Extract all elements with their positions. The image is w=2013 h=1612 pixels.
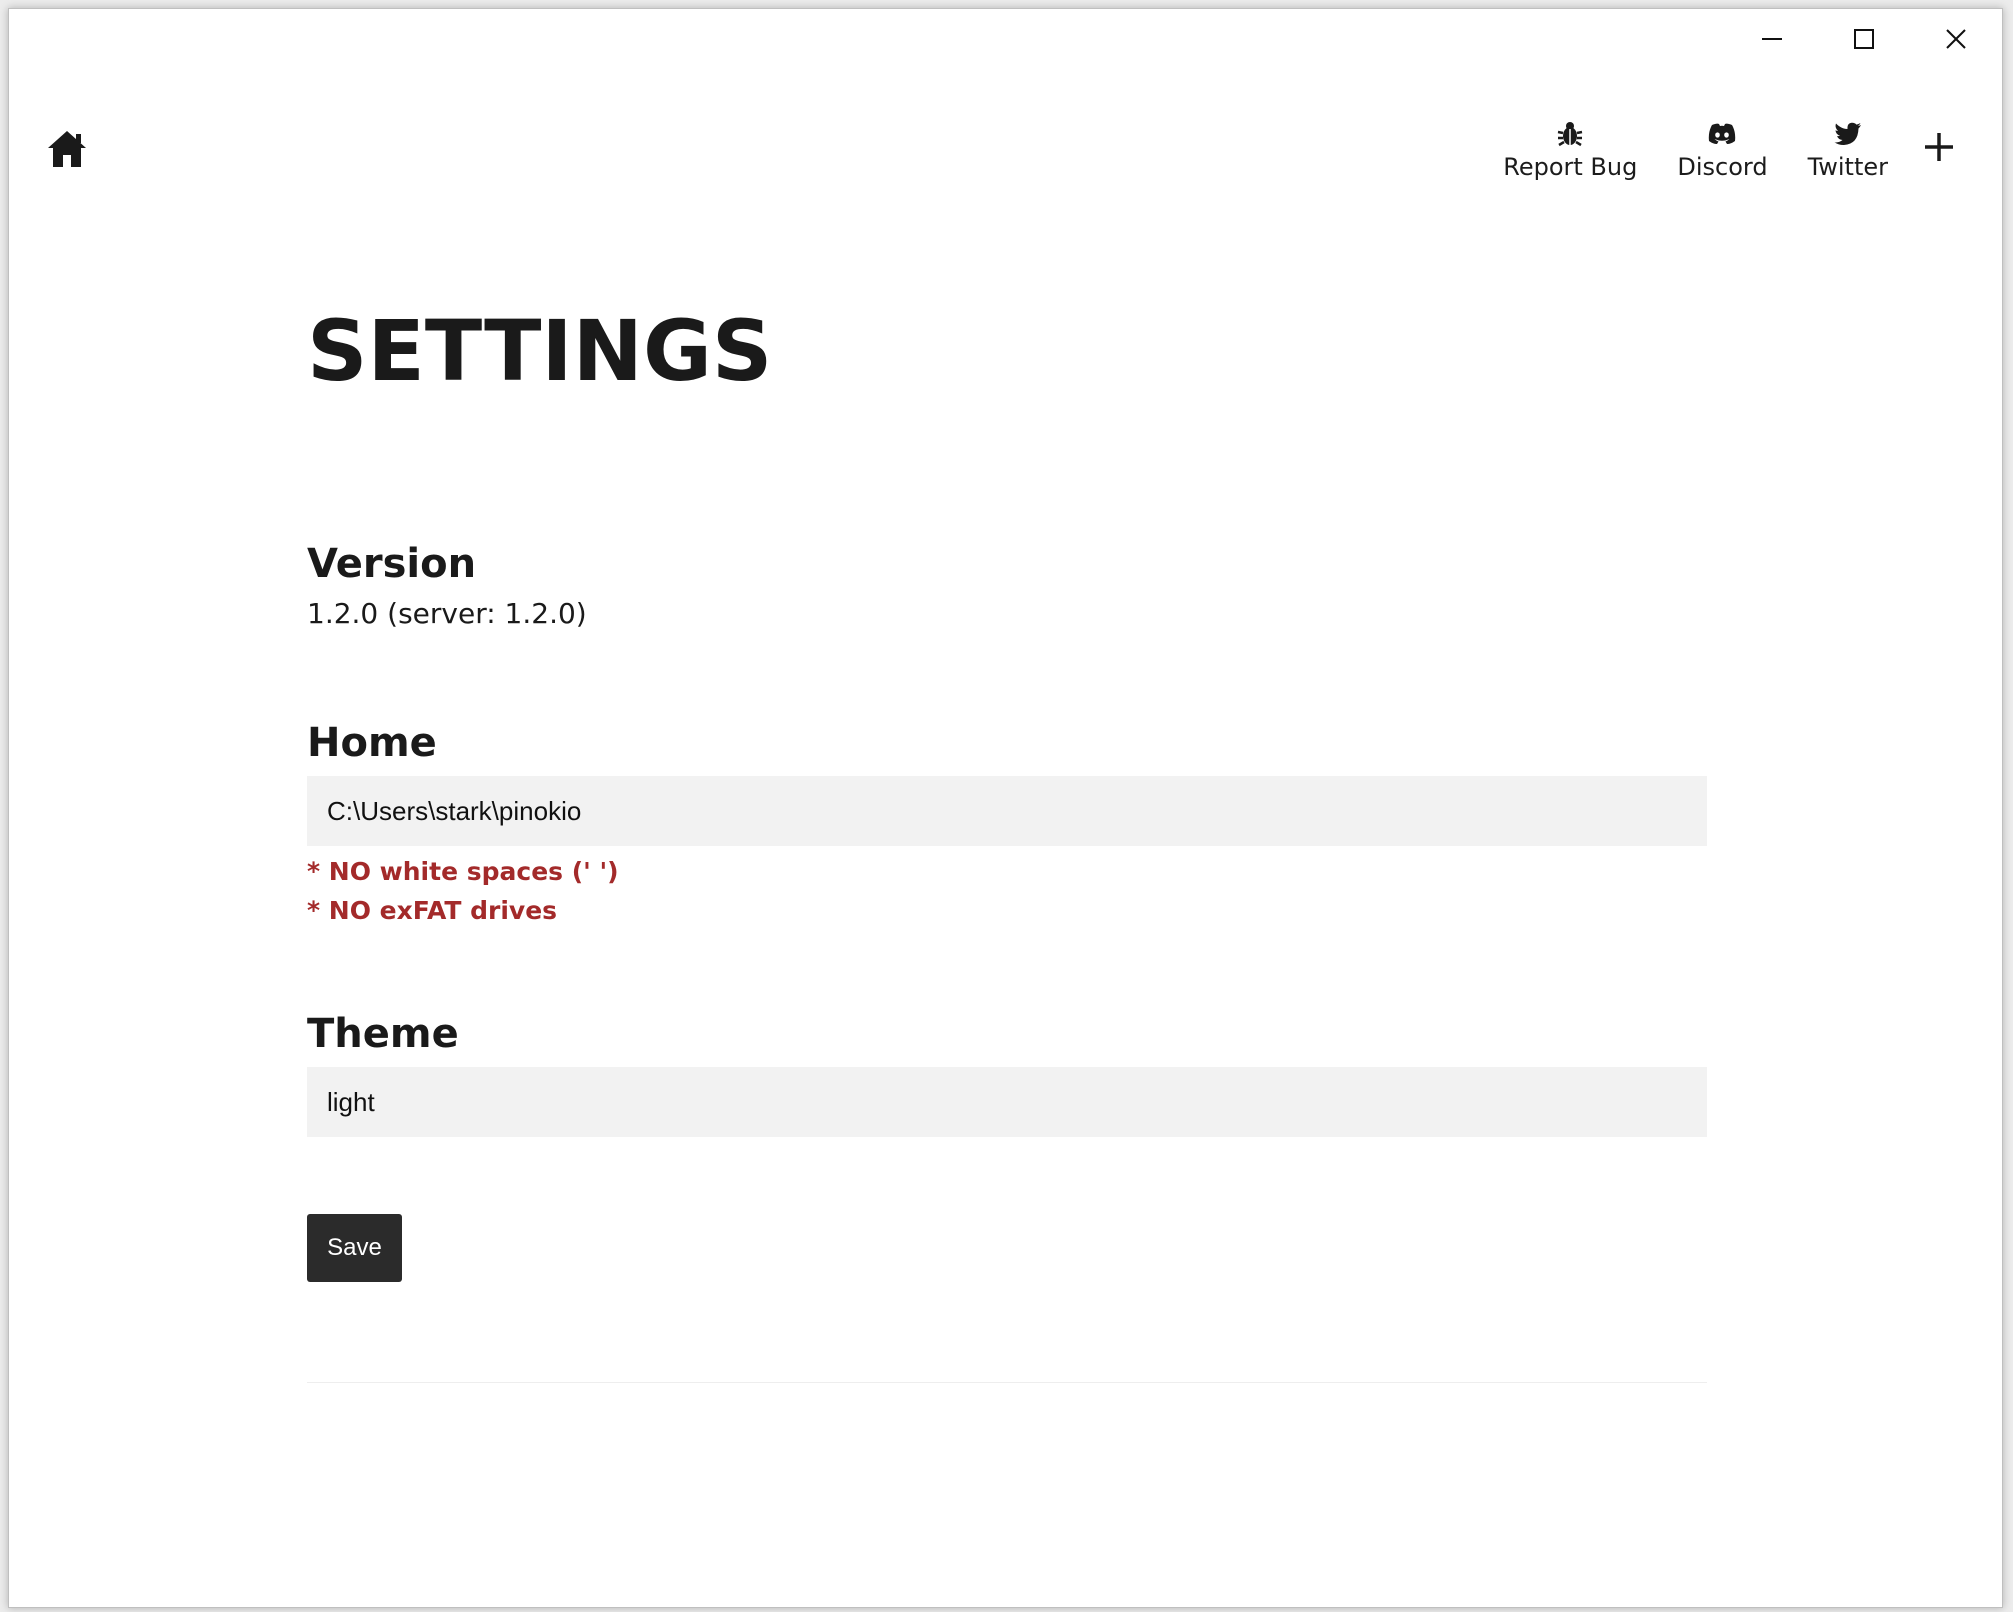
plus-icon xyxy=(1925,133,1953,161)
save-button[interactable]: Save xyxy=(307,1214,402,1282)
bug-icon xyxy=(1558,122,1583,147)
home-path-input[interactable] xyxy=(307,776,1707,846)
twitter-icon xyxy=(1834,122,1861,146)
discord-icon xyxy=(1709,123,1736,144)
divider xyxy=(307,1382,1707,1383)
theme-heading: Theme xyxy=(307,1011,459,1057)
home-button[interactable] xyxy=(45,127,89,171)
twitter-link[interactable]: Twitter xyxy=(1788,117,1908,181)
home-icon xyxy=(48,131,86,167)
new-tab-button[interactable] xyxy=(1916,117,1962,177)
twitter-label: Twitter xyxy=(1807,153,1888,181)
minimize-icon xyxy=(1762,38,1782,40)
warning-no-whitespace: * NO white spaces (' ') xyxy=(307,857,619,886)
maximize-button[interactable] xyxy=(1818,9,1910,69)
minimize-button[interactable] xyxy=(1726,9,1818,69)
home-heading: Home xyxy=(307,720,437,766)
app-window: Report Bug Discord Twitter SETTINGS Vers… xyxy=(8,8,2003,1608)
window-controls xyxy=(1726,9,2002,69)
page-title: SETTINGS xyxy=(307,302,773,400)
theme-input[interactable] xyxy=(307,1067,1707,1137)
report-bug-label: Report Bug xyxy=(1503,153,1638,181)
close-button[interactable] xyxy=(1910,9,2002,69)
warning-no-exfat: * NO exFAT drives xyxy=(307,896,558,925)
report-bug-link[interactable]: Report Bug xyxy=(1483,117,1657,181)
discord-label: Discord xyxy=(1677,153,1768,181)
version-heading: Version xyxy=(307,541,477,587)
nav-links: Report Bug Discord Twitter xyxy=(1483,117,1962,181)
maximize-icon xyxy=(1854,29,1874,49)
settings-content: SETTINGS Version 1.2.0 (server: 1.2.0) H… xyxy=(307,302,1707,1383)
discord-link[interactable]: Discord xyxy=(1657,117,1787,181)
version-value: 1.2.0 (server: 1.2.0) xyxy=(307,597,587,630)
top-navbar: Report Bug Discord Twitter xyxy=(9,99,2002,199)
close-icon xyxy=(1946,29,1966,49)
